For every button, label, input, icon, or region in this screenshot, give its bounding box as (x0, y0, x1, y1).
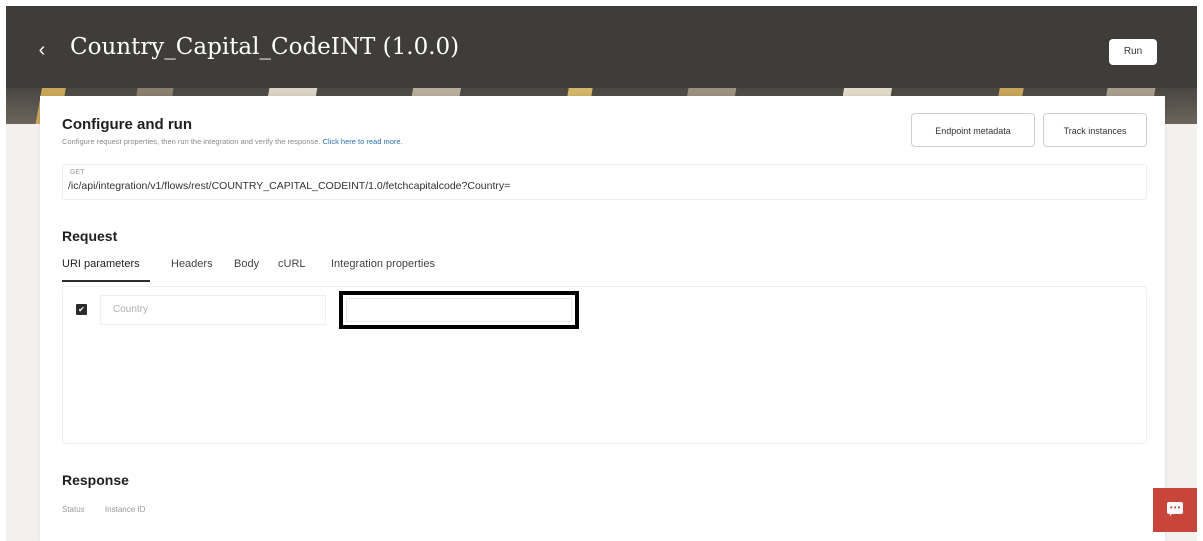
chat-button[interactable]: ••• (1153, 488, 1197, 532)
read-more-link[interactable]: Click here to read more. (323, 137, 403, 146)
endpoint-metadata-button[interactable]: Endpoint metadata (911, 113, 1035, 147)
back-button[interactable]: ‹ (34, 38, 50, 62)
configure-title: Configure and run (62, 116, 192, 133)
tab-body[interactable]: Body (234, 258, 259, 270)
endpoint-path: /ic/api/integration/v1/flows/rest/COUNTR… (68, 180, 511, 192)
checkbox-checked-icon[interactable]: ✔ (76, 304, 87, 315)
tab-integration-properties[interactable]: Integration properties (331, 258, 435, 270)
configure-subtitle-text: Configure request properties, then run t… (62, 137, 321, 146)
http-method: GET (70, 169, 85, 176)
param-value-input[interactable] (346, 298, 572, 322)
request-title: Request (62, 228, 118, 244)
endpoint-url-box: GET /ic/api/integration/v1/flows/rest/CO… (62, 164, 1147, 200)
param-value-field[interactable] (339, 291, 579, 329)
active-tab-indicator (62, 280, 150, 282)
response-status-label: Status (62, 505, 85, 514)
configure-panel: Configure and run Configure request prop… (40, 96, 1165, 541)
track-instances-button[interactable]: Track instances (1043, 113, 1147, 147)
tab-uri-parameters[interactable]: URI parameters (62, 258, 140, 270)
page-title: Country_Capital_CodeINT (1.0.0) (70, 34, 460, 60)
uri-parameters-panel: ✔ Country (62, 286, 1147, 444)
configure-subtitle: Configure request properties, then run t… (62, 137, 403, 146)
chat-icon-tail (1170, 512, 1174, 516)
chevron-left-icon: ‹ (38, 39, 46, 61)
run-button[interactable]: Run (1109, 39, 1157, 65)
response-title: Response (62, 472, 129, 488)
chat-icon-dots: ••• (1170, 503, 1182, 512)
param-name-field[interactable]: Country (100, 295, 326, 325)
tab-curl[interactable]: cURL (278, 258, 306, 270)
tab-headers[interactable]: Headers (171, 258, 213, 270)
response-columns: Status Instance ID (62, 505, 163, 514)
response-instance-id-label: Instance ID (104, 505, 146, 514)
